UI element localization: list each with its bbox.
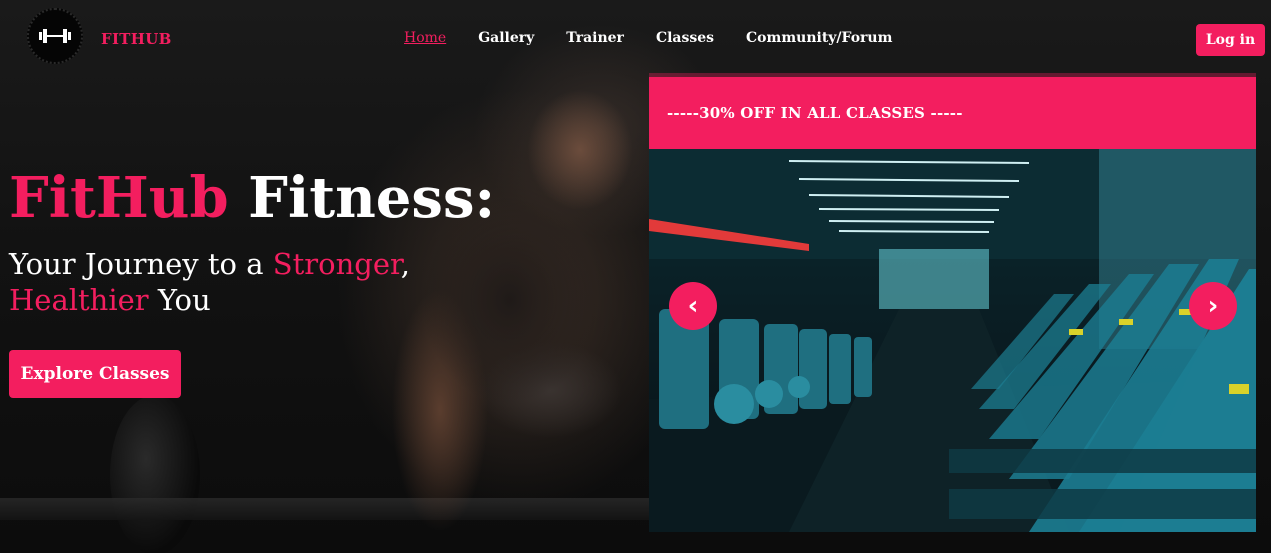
nav-link-home[interactable]: Home <box>404 30 446 46</box>
hero-subtitle: Your Journey to a Stronger, Healthier Yo… <box>9 246 439 318</box>
gym-interior-image <box>649 149 1256 532</box>
hero-title: FitHub Fitness: <box>9 166 495 230</box>
nav-link-classes[interactable]: Classes <box>656 30 714 46</box>
hero-title-highlight: FitHub <box>9 165 229 231</box>
brand-name[interactable]: FITHUB <box>101 30 172 48</box>
hero-subtitle-highlight-stronger: Stronger <box>272 247 401 281</box>
navbar: FITHUB Home Gallery Trainer Classes Comm… <box>0 0 1271 78</box>
nav-link-community-forum[interactable]: Community/Forum <box>746 30 892 46</box>
nav-links: Home Gallery Trainer Classes Community/F… <box>404 30 892 46</box>
weight-plate <box>110 395 200 553</box>
hero-subtitle-part3: You <box>148 283 211 317</box>
hero-subtitle-highlight-healthier: Healthier <box>9 283 149 317</box>
carousel-prev-button[interactable]: ‹ <box>669 282 717 330</box>
login-button[interactable]: Log in <box>1196 24 1265 56</box>
promo-banner: -----30% OFF IN ALL CLASSES ----- <box>649 77 1256 149</box>
image-carousel[interactable]: ‹ › <box>649 149 1256 532</box>
nav-link-trainer[interactable]: Trainer <box>566 30 624 46</box>
carousel-next-button[interactable]: › <box>1189 282 1237 330</box>
promo-text: -----30% OFF IN ALL CLASSES ----- <box>667 104 963 122</box>
explore-classes-button[interactable]: Explore Classes <box>9 350 181 398</box>
nav-link-gallery[interactable]: Gallery <box>478 30 534 46</box>
hero-subtitle-part2: , <box>400 247 410 281</box>
hero-subtitle-part1: Your Journey to a <box>9 247 273 281</box>
dumbbell-icon <box>39 29 71 43</box>
logo[interactable] <box>27 8 83 64</box>
hero-title-rest: Fitness: <box>228 165 496 231</box>
